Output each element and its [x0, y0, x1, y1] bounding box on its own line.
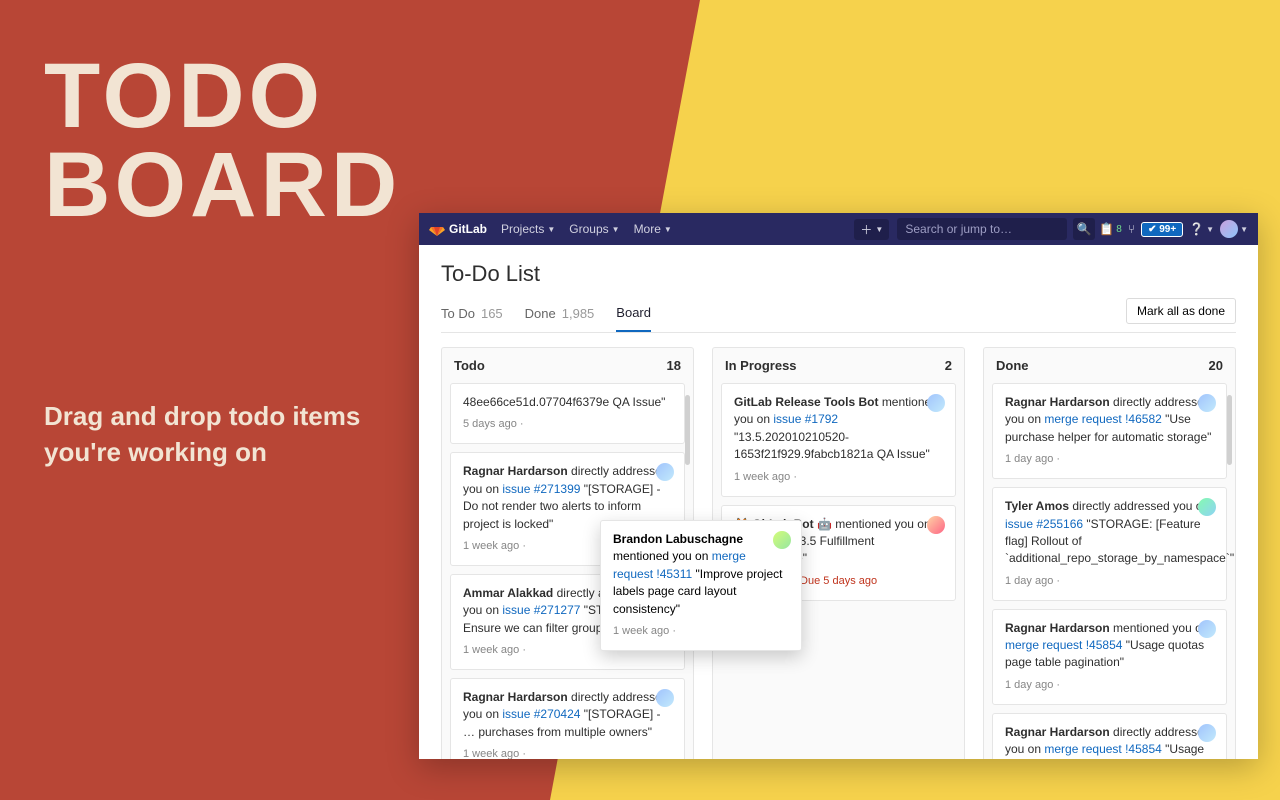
scrollbar[interactable]	[1227, 395, 1232, 465]
column-done: Done 20 Ragnar Hardarson directly address…	[983, 347, 1236, 759]
search-input[interactable]	[897, 218, 1067, 240]
avatar-icon	[773, 531, 791, 549]
gitlab-app-window: GitLab Projects▼ Groups▼ More▼ ＋▼ 🔍 📋8 ⑂…	[419, 213, 1258, 759]
brand[interactable]: GitLab	[429, 221, 487, 237]
todo-card[interactable]: Tyler Amos directly addressed you on iss…	[992, 487, 1227, 601]
chevron-down-icon: ▼	[612, 225, 620, 234]
plus-icon: ＋	[860, 221, 872, 238]
avatar-icon	[656, 463, 674, 481]
todo-card[interactable]: Ragnar Hardarson directly addressed you …	[992, 713, 1227, 759]
hero-title: TODO BOARD	[44, 52, 401, 230]
hero-subtitle: Drag and drop todo items you're working …	[44, 398, 384, 471]
column-title: In Progress	[725, 358, 797, 373]
tab-board[interactable]: Board	[616, 295, 651, 332]
search-icon[interactable]: 🔍	[1073, 218, 1095, 240]
top-navbar: GitLab Projects▼ Groups▼ More▼ ＋▼ 🔍 📋8 ⑂…	[419, 213, 1258, 245]
avatar-icon	[656, 689, 674, 707]
chevron-down-icon: ▼	[875, 225, 883, 234]
avatar-icon	[1198, 620, 1216, 638]
chevron-down-icon: ▼	[547, 225, 555, 234]
column-count: 20	[1209, 358, 1223, 373]
todo-card[interactable]: Ragnar Hardarson directly addressed you …	[992, 383, 1227, 479]
nav-projects[interactable]: Projects▼	[501, 222, 555, 236]
chevron-down-icon: ▼	[1206, 225, 1214, 234]
chevron-down-icon: ▼	[664, 225, 672, 234]
avatar-icon	[1220, 220, 1238, 238]
avatar-icon	[1198, 498, 1216, 516]
mark-all-done-button[interactable]: Mark all as done	[1126, 298, 1236, 324]
todo-card[interactable]: 48ee66ce51d.07704f6379e QA Issue" 5 days…	[450, 383, 685, 444]
avatar-icon	[1198, 394, 1216, 412]
help-icon[interactable]: ❔▼	[1189, 222, 1214, 236]
merge-requests-icon[interactable]: ⑂	[1128, 222, 1135, 236]
column-title: Done	[996, 358, 1029, 373]
avatar-icon	[927, 516, 945, 534]
page-title: To-Do List	[441, 261, 1236, 287]
gitlab-logo-icon	[429, 221, 445, 237]
todo-card[interactable]: Ragnar Hardarson mentioned you on merge …	[992, 609, 1227, 705]
nav-groups[interactable]: Groups▼	[569, 222, 619, 236]
board: Todo 18 48ee66ce51d.07704f6379e QA Issue"…	[419, 333, 1258, 759]
todo-card[interactable]: Ragnar Hardarson directly addressed you …	[450, 678, 685, 759]
todos-badge[interactable]: ✔ 99+	[1141, 222, 1183, 237]
avatar-icon	[927, 394, 945, 412]
tab-row: To Do165 Done1,985 Board Mark all as don…	[441, 295, 1236, 333]
avatar-icon	[1198, 724, 1216, 742]
user-menu[interactable]: ▼	[1220, 220, 1248, 238]
chevron-down-icon: ▼	[1240, 225, 1248, 234]
dragging-card[interactable]: Brandon Labuschagne mentioned you on mer…	[600, 520, 802, 651]
tab-done[interactable]: Done1,985	[525, 296, 595, 331]
column-count: 18	[667, 358, 681, 373]
nav-more[interactable]: More▼	[634, 222, 672, 236]
new-dropdown[interactable]: ＋▼	[854, 219, 889, 240]
tab-todo[interactable]: To Do165	[441, 296, 503, 331]
scrollbar[interactable]	[685, 395, 690, 465]
issues-icon[interactable]: 📋8	[1099, 222, 1122, 236]
column-count: 2	[945, 358, 952, 373]
column-title: Todo	[454, 358, 485, 373]
todo-card[interactable]: GitLab Release Tools Bot mentioned you o…	[721, 383, 956, 497]
